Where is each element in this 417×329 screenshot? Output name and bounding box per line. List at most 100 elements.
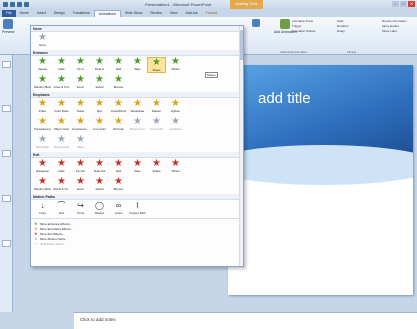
star-icon: ★	[95, 98, 104, 109]
tab-animations[interactable]: Animations	[93, 10, 121, 17]
effect-grow-shrink[interactable]: ★ Grow/Shrink	[109, 99, 128, 115]
effect-complemen[interactable]: ★ Complemen...	[71, 117, 90, 133]
effect-line-color[interactable]: ★ Line Color	[90, 117, 109, 133]
motion-path-shapes[interactable]: ◯ Shapes	[90, 201, 109, 217]
notes-pane[interactable]: Click to add notes	[74, 312, 417, 329]
motion-path-turns[interactable]: ↪ Turns	[71, 201, 90, 217]
slide-thumbnail[interactable]	[2, 61, 11, 68]
redo-icon[interactable]	[24, 2, 29, 7]
effect-none[interactable]: ★ None	[33, 33, 52, 49]
effect-shape[interactable]: ★ Shape	[147, 159, 166, 175]
delay-field[interactable]: Delay:	[337, 29, 349, 34]
slide-thumbnail[interactable]	[2, 150, 11, 157]
title-placeholder[interactable]: add title	[258, 90, 311, 107]
effect-swivel[interactable]: ★ Swivel	[90, 75, 109, 91]
effect-label: Desaturate	[130, 109, 145, 113]
effect-wipe[interactable]: ★ Wipe	[128, 159, 147, 175]
undo-icon[interactable]	[17, 2, 22, 7]
effect-bounce[interactable]: ★ Bounce	[109, 177, 128, 193]
effect-split[interactable]: ★ Split	[109, 159, 128, 175]
motion-path-loops[interactable]: ∞ Loops	[109, 201, 128, 217]
effect-fill-color[interactable]: ★ Fill Color	[109, 117, 128, 133]
gallery-scrollbar[interactable]	[239, 26, 243, 266]
tab-file[interactable]: File	[2, 10, 16, 17]
tab-review[interactable]: Review	[147, 10, 166, 17]
effect-wheel[interactable]: ★ Wheel	[166, 159, 185, 175]
effect-object-color[interactable]: ★ Object Color	[52, 117, 71, 133]
star-icon: ★	[38, 32, 47, 43]
effect-font-color[interactable]: ★ Font Color	[147, 117, 166, 133]
effect-wipe[interactable]: ★ Wipe	[128, 57, 147, 73]
motion-path-icon: ⌇	[135, 201, 140, 210]
preview-button[interactable]: Preview	[2, 19, 14, 34]
tab-slide-show[interactable]: Slide Show	[121, 10, 147, 17]
effect-random-bars[interactable]: ★ Random Bars	[33, 177, 52, 193]
effect-zoom[interactable]: ★ Zoom	[71, 177, 90, 193]
effect-lighten[interactable]: ★ Lighten	[166, 99, 185, 115]
slide-canvas[interactable]: add title	[228, 65, 413, 295]
effect-bold-flash[interactable]: ★ Bold Flash	[33, 135, 52, 151]
motion-path-label: Turns	[76, 211, 85, 215]
effect-teeter[interactable]: ★ Teeter	[71, 99, 90, 115]
motion-path-custom-path[interactable]: ⌇ Custom Path	[128, 201, 147, 217]
star-icon: ★	[76, 158, 85, 169]
animation-pane-toggle[interactable]	[252, 19, 260, 28]
scrollbar-thumb[interactable]	[240, 30, 243, 60]
effect-disappear[interactable]: ★ Disappear	[33, 159, 52, 175]
close-icon[interactable]: ✕	[408, 1, 415, 7]
star-icon: ★	[114, 176, 123, 187]
effect-spin[interactable]: ★ Spin	[90, 99, 109, 115]
effect-grow-turn[interactable]: ★ Grow & Turn	[52, 75, 71, 91]
emphasis-row: ★ Bold Flash ★ Bold Reveal ★ Wave	[31, 134, 243, 152]
effect-label: Bounce	[113, 187, 124, 191]
motion-path-icon: ∞	[115, 201, 122, 210]
effect-random-bars[interactable]: ★ Random Bars	[33, 75, 52, 91]
reorder-options: Reorder Animation Move Earlier Move Late…	[382, 19, 407, 34]
effect-split[interactable]: ★ Split	[109, 57, 128, 73]
tab-insert[interactable]: Insert	[33, 10, 50, 17]
effect-bold-reveal[interactable]: ★ Bold Reveal	[52, 135, 71, 151]
effect-shrink-tu[interactable]: ★ Shrink & Tu...	[52, 177, 71, 193]
motion-path-lines[interactable]: ↓ Lines	[33, 201, 52, 217]
motion-path-arcs[interactable]: ⌒ Arcs	[52, 201, 71, 217]
effect-darken[interactable]: ★ Darken	[147, 99, 166, 115]
maximize-icon[interactable]: □	[400, 1, 407, 7]
tab-view[interactable]: View	[166, 10, 182, 17]
slides-panel	[0, 55, 13, 312]
effect-fade[interactable]: ★ Fade	[52, 159, 71, 175]
ole-action-verbs[interactable]: ✧ OLE Action Verbs...	[31, 241, 243, 246]
effect-float-in[interactable]: ★ Float In	[90, 57, 109, 73]
tab-design[interactable]: Design	[50, 10, 69, 17]
effect-appear[interactable]: ★ Appear	[33, 57, 52, 73]
effect-zoom[interactable]: ★ Zoom	[71, 75, 90, 91]
effect-fade[interactable]: ★ Fade	[52, 57, 71, 73]
effect-pulse[interactable]: ★ Pulse	[33, 99, 52, 115]
tab-add-ins[interactable]: Add-Ins	[182, 10, 202, 17]
powerpoint-logo-icon[interactable]	[3, 2, 8, 7]
move-later-button[interactable]: Move Later	[382, 29, 407, 34]
effect-brush-color[interactable]: ★ Brush Color	[128, 117, 147, 133]
effect-shape[interactable]: ★ Shape	[147, 57, 166, 73]
tab-transitions[interactable]: Transitions	[69, 10, 94, 17]
effect-color-pulse[interactable]: ★ Color Pulse	[52, 99, 71, 115]
effect-transparency[interactable]: ★ Transparency	[33, 117, 52, 133]
effect-fly-in[interactable]: ★ Fly In	[71, 57, 90, 73]
tab-home[interactable]: Home	[16, 10, 33, 17]
effect-desaturate[interactable]: ★ Desaturate	[128, 99, 147, 115]
slide-thumbnail[interactable]	[2, 240, 11, 247]
effect-label: Fill Color	[112, 127, 125, 131]
slide-thumbnail[interactable]	[2, 105, 11, 112]
effect-bounce[interactable]: ★ Bounce	[109, 75, 128, 91]
effect-label: Fly In	[77, 67, 84, 71]
effect-fly-out[interactable]: ★ Fly Out	[71, 159, 90, 175]
tab-format[interactable]: Format	[202, 10, 221, 17]
minimize-icon[interactable]: –	[392, 1, 399, 7]
effect-float-out[interactable]: ★ Float Out	[90, 159, 109, 175]
effect-wheel[interactable]: ★ Wheel	[166, 57, 185, 73]
effect-swivel[interactable]: ★ Swivel	[90, 177, 109, 193]
effect-wave[interactable]: ★ Wave	[71, 135, 90, 151]
effect-underline[interactable]: ★ Underline	[166, 117, 185, 133]
save-icon[interactable]	[10, 2, 15, 7]
slide-thumbnail[interactable]	[2, 195, 11, 202]
animation-painter-button[interactable]: Animation Painter	[292, 29, 316, 34]
